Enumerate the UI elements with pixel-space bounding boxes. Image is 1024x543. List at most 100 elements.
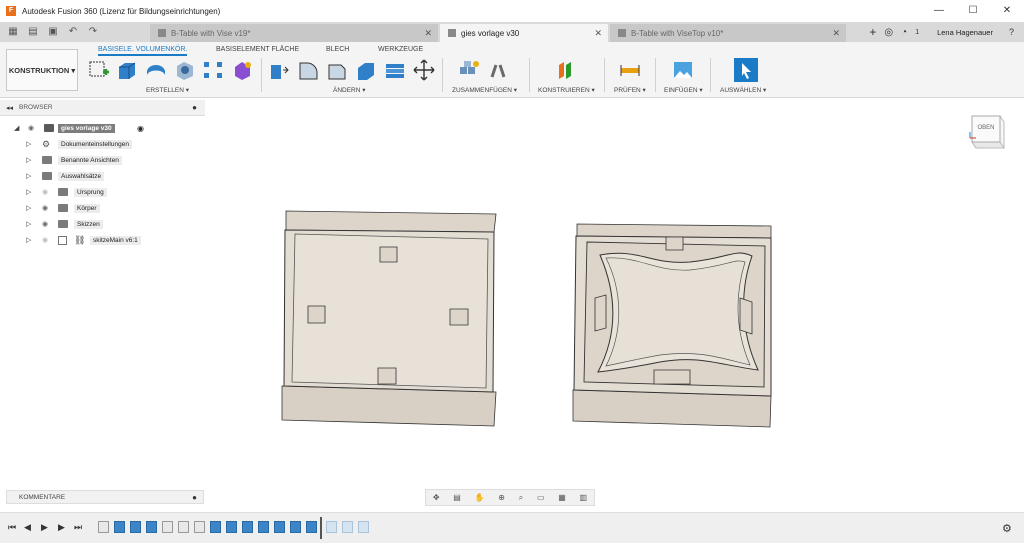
expand-triangle-icon[interactable]: ▷ — [26, 236, 31, 244]
insert-image-icon[interactable] — [672, 59, 694, 81]
select-icon[interactable] — [734, 58, 758, 82]
timeline-feature[interactable] — [306, 521, 317, 533]
expand-triangle-icon[interactable]: ▷ — [26, 204, 31, 212]
timeline-feature-suppressed[interactable] — [326, 521, 337, 533]
extrude-icon[interactable] — [116, 59, 138, 81]
timeline-feature[interactable] — [226, 521, 237, 533]
timeline-settings-icon[interactable]: ⚙ — [1002, 522, 1012, 535]
timeline-feature[interactable] — [114, 521, 125, 533]
timeline-feature[interactable] — [210, 521, 221, 533]
pattern-icon[interactable] — [202, 59, 224, 81]
close-tab-icon[interactable]: ✕ — [594, 28, 602, 39]
tab-tools[interactable]: WERKZEUGE — [378, 46, 423, 53]
timeline-feature[interactable] — [130, 521, 141, 533]
shell-icon[interactable] — [355, 59, 377, 81]
combine-icon[interactable] — [384, 59, 406, 81]
visibility-eye-icon[interactable]: ◉ — [42, 204, 48, 212]
expand-triangle-icon[interactable]: ▷ — [26, 140, 31, 148]
create-sketch-icon[interactable] — [88, 59, 110, 81]
grid-settings-icon[interactable]: ▦ — [558, 493, 566, 502]
browser-settings-icon[interactable]: ● — [192, 103, 197, 112]
timeline-feature-sketch[interactable] — [98, 521, 109, 533]
group-zusammenfuegen[interactable]: ZUSAMMENFÜGEN ▾ — [452, 86, 517, 94]
add-comment-icon[interactable]: ● — [192, 493, 197, 502]
viewports-icon[interactable]: ▥ — [580, 493, 588, 502]
job-status-icon[interactable]: ◔ — [901, 27, 907, 38]
minimize-button[interactable]: — — [922, 0, 956, 22]
comments-panel[interactable]: KOMMENTARE ● — [6, 490, 204, 504]
expand-triangle-icon[interactable]: ▷ — [26, 220, 31, 228]
timeline-feature-suppressed[interactable] — [342, 521, 353, 533]
model-body-right[interactable] — [572, 223, 772, 428]
expand-triangle-icon[interactable]: ▷ — [26, 156, 31, 164]
press-pull-icon[interactable] — [268, 59, 290, 81]
fit-icon[interactable]: ⌕ — [519, 493, 523, 503]
move-icon[interactable] — [413, 59, 435, 81]
canvas-viewport[interactable] — [0, 98, 1024, 511]
group-konstruieren[interactable]: KONSTRUIEREN ▾ — [538, 86, 595, 94]
look-at-icon[interactable]: ▤ — [453, 493, 461, 502]
new-component-icon[interactable] — [458, 59, 480, 81]
file-menu-icon[interactable]: ▤ — [26, 25, 40, 39]
revolve-icon[interactable] — [145, 59, 167, 81]
step-back-icon[interactable]: ◀ — [24, 522, 31, 533]
data-panel-icon[interactable]: ▦ — [6, 25, 20, 39]
maximize-button[interactable]: ☐ — [956, 0, 990, 22]
timeline-feature-sketch[interactable] — [178, 521, 189, 533]
collapse-browser-icon[interactable]: ◂◂ — [6, 104, 13, 112]
undo-icon[interactable]: ↶ — [66, 25, 80, 39]
timeline-feature-sketch[interactable] — [162, 521, 173, 533]
save-icon[interactable]: ▣ — [46, 25, 60, 39]
visibility-eye-icon[interactable]: ◉ — [42, 220, 48, 228]
joint-icon[interactable] — [487, 59, 509, 81]
group-einfuegen[interactable]: EINFÜGEN ▾ — [664, 86, 703, 94]
browser-panel-header[interactable]: ◂◂ BROWSER ● — [0, 100, 205, 116]
visibility-eye-icon[interactable]: ◉ — [42, 236, 48, 244]
tab-solid[interactable]: BASISELE. VOLUMENKÖR. — [98, 46, 188, 56]
step-forward-icon[interactable]: ▶ — [58, 522, 65, 533]
view-cube[interactable]: OBEN — [968, 112, 1006, 152]
tab-b-table-vise[interactable]: B-Table with Vise v19* ✕ — [150, 24, 438, 42]
activate-radio-icon[interactable]: ◉ — [137, 124, 144, 133]
expand-triangle-icon[interactable]: ▷ — [26, 188, 31, 196]
close-window-button[interactable]: ✕ — [990, 0, 1024, 22]
chamfer-icon[interactable] — [326, 59, 348, 81]
group-pruefen[interactable]: PRÜFEN ▾ — [614, 86, 646, 94]
user-name[interactable]: Lena Hagenauer — [937, 28, 993, 37]
tab-gies-vorlage[interactable]: gies vorlage v30 ✕ — [440, 24, 608, 42]
timeline-feature[interactable] — [258, 521, 269, 533]
pan-icon[interactable]: ✋ — [475, 493, 485, 502]
measure-icon[interactable] — [619, 59, 641, 81]
tab-b-table-visetop[interactable]: B-Table with ViseTop v10* ✕ — [610, 24, 846, 42]
new-tab-icon[interactable]: + — [869, 25, 876, 39]
expand-triangle-icon[interactable]: ◢ — [14, 124, 19, 132]
tab-surface[interactable]: BASISELEMENT FLÄCHE — [216, 46, 299, 53]
timeline-marker[interactable] — [320, 517, 322, 539]
expand-triangle-icon[interactable]: ▷ — [26, 172, 31, 180]
group-auswaehlen[interactable]: AUSWÄHLEN ▾ — [720, 86, 766, 94]
help-icon[interactable]: ? — [1009, 27, 1014, 37]
timeline-feature[interactable] — [242, 521, 253, 533]
timeline-feature[interactable] — [274, 521, 285, 533]
group-erstellen[interactable]: ERSTELLEN ▾ — [146, 86, 189, 94]
timeline-feature[interactable] — [146, 521, 157, 533]
redo-icon[interactable]: ↷ — [86, 25, 100, 39]
go-to-end-icon[interactable]: ⏭ — [74, 522, 82, 533]
display-settings-icon[interactable]: ▭ — [537, 493, 545, 502]
timeline-feature-suppressed[interactable] — [358, 521, 369, 533]
group-aendern[interactable]: ÄNDERN ▾ — [333, 86, 366, 94]
visibility-eye-icon[interactable]: ◉ — [42, 188, 48, 196]
create-form-icon[interactable] — [231, 59, 253, 81]
hole-icon[interactable] — [174, 59, 196, 81]
close-tab-icon[interactable]: ✕ — [424, 28, 432, 39]
extensions-icon[interactable]: ◎ — [884, 27, 893, 38]
offset-plane-icon[interactable] — [556, 59, 578, 81]
fillet-icon[interactable] — [297, 59, 319, 81]
play-icon[interactable]: ▶ — [41, 522, 48, 533]
workspace-switcher[interactable]: KONSTRUKTION ▾ — [6, 49, 78, 91]
orbit-icon[interactable]: ✥ — [433, 493, 440, 502]
go-to-start-icon[interactable]: ⏮ — [8, 522, 16, 533]
model-body-left[interactable] — [281, 210, 497, 427]
visibility-eye-icon[interactable]: ◉ — [28, 124, 34, 132]
timeline-feature-sketch[interactable] — [194, 521, 205, 533]
